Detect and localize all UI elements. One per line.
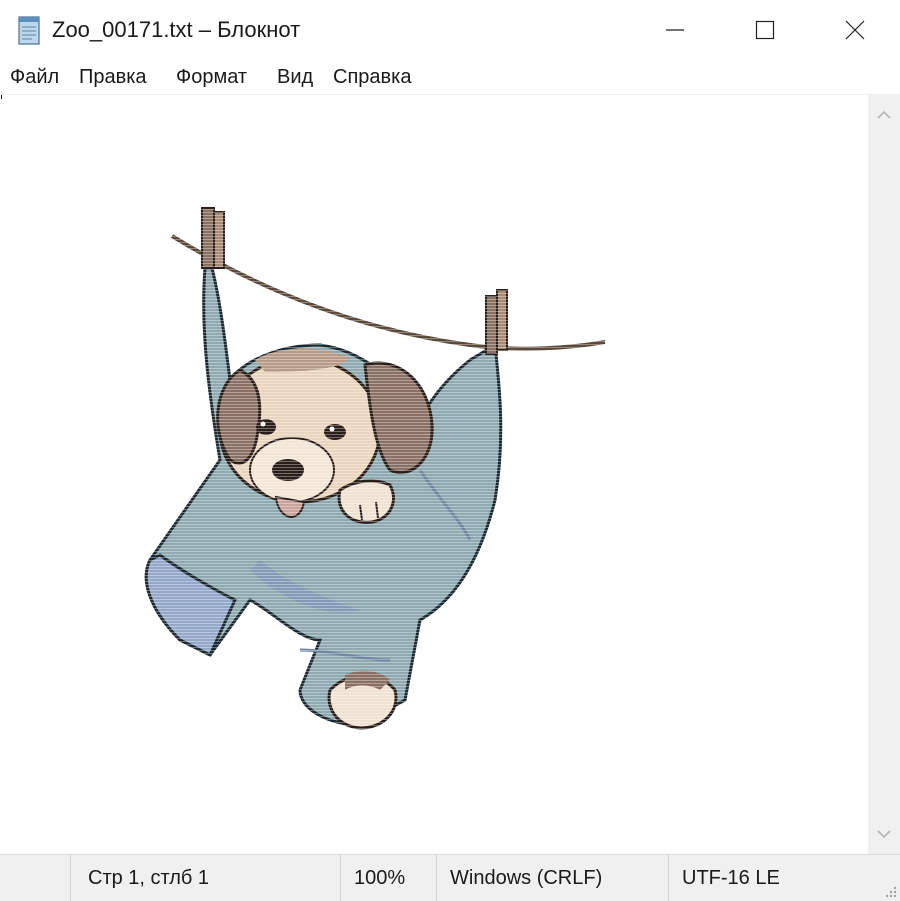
- window-title: Zoo_00171.txt – Блокнот: [52, 17, 301, 42]
- status-bar: Стр 1, стлб 1 100% Windows (CRLF) UTF-16…: [0, 854, 900, 901]
- maximize-button[interactable]: [720, 0, 810, 60]
- status-line-endings: Windows (CRLF): [450, 866, 603, 889]
- resize-grip-icon[interactable]: [882, 883, 898, 899]
- menu-file[interactable]: Файл: [10, 64, 59, 90]
- close-icon: [845, 20, 865, 40]
- status-encoding: UTF-16 LE: [682, 866, 780, 889]
- menu-format[interactable]: Формат: [176, 64, 247, 90]
- menu-edit[interactable]: Правка: [79, 64, 147, 90]
- vertical-scrollbar[interactable]: [868, 95, 900, 854]
- chevron-up-icon: [877, 110, 891, 119]
- title-bar[interactable]: Zoo_00171.txt – Блокнот: [0, 0, 900, 60]
- text-editor-area[interactable]: [0, 95, 868, 854]
- minimize-icon: [666, 29, 684, 31]
- status-zoom: 100%: [354, 866, 406, 889]
- scroll-up-button[interactable]: [868, 95, 900, 135]
- status-cursor-position: Стр 1, стлб 1: [88, 866, 210, 889]
- status-separator: [668, 855, 669, 901]
- close-button[interactable]: [810, 0, 900, 60]
- notepad-window: Zoo_00171.txt – Блокнот Файл Правка Форм…: [0, 0, 900, 901]
- status-separator: [340, 855, 341, 901]
- chevron-down-icon: [877, 830, 891, 839]
- ascii-art-puppy-in-hanging-pants: [130, 200, 610, 735]
- notepad-icon: [18, 16, 40, 45]
- status-separator: [436, 855, 437, 901]
- maximize-icon: [755, 20, 775, 40]
- minimize-button[interactable]: [630, 0, 720, 60]
- menu-help[interactable]: Справка: [333, 64, 411, 90]
- status-separator: [70, 855, 71, 901]
- menu-view[interactable]: Вид: [277, 64, 313, 90]
- scroll-down-button[interactable]: [868, 814, 900, 854]
- menu-bar: Файл Правка Формат Вид Справка: [0, 60, 900, 95]
